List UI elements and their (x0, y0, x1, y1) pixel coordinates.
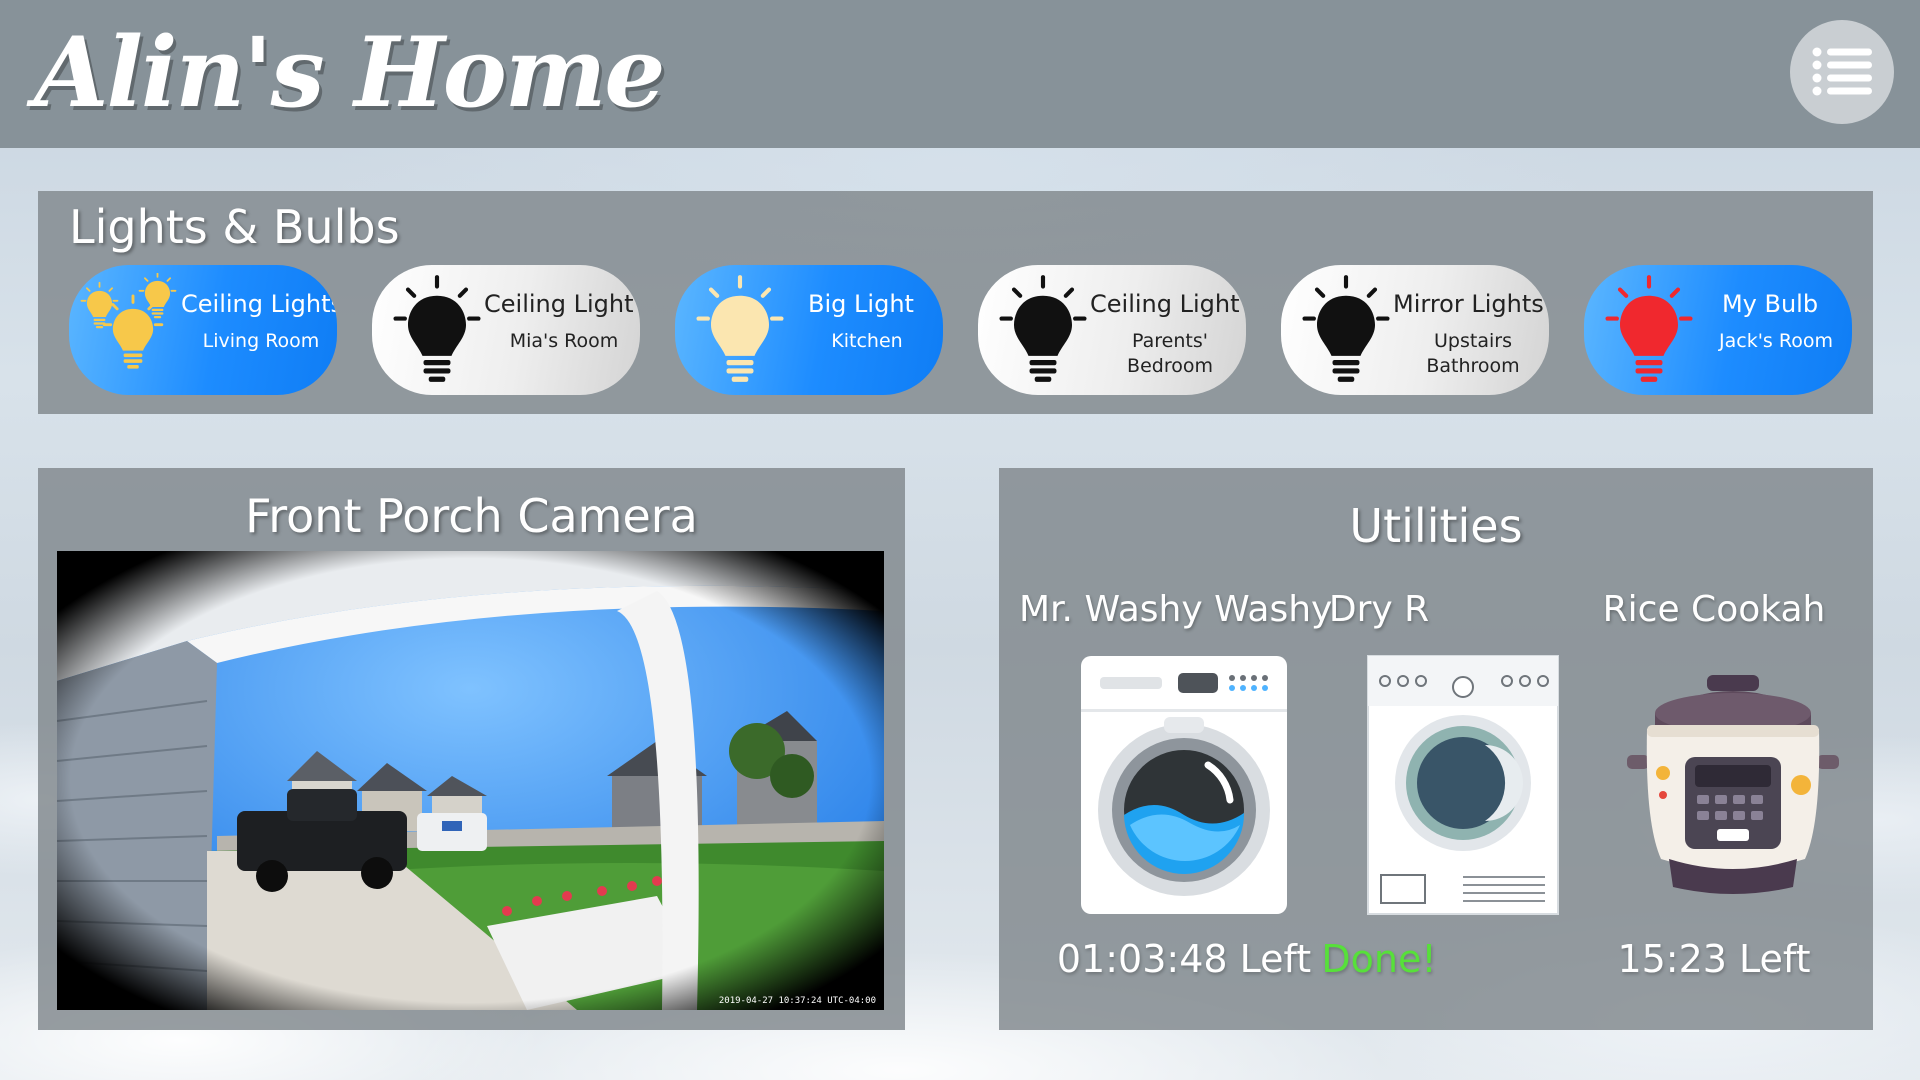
camera-panel-title: Front Porch Camera (245, 489, 698, 543)
light-card[interactable]: Ceiling Light Parents' Bedroom (978, 265, 1246, 395)
rice-cooker-status: 15:23 Left (1617, 937, 1811, 981)
light-name: Big Light (808, 290, 914, 318)
rice-cooker-icon[interactable] (1625, 673, 1841, 895)
light-location: Living Room (202, 330, 320, 352)
lights-panel-title: Lights & Bulbs (69, 200, 400, 254)
menu-list-icon (1812, 47, 1872, 96)
light-card[interactable]: Ceiling Lights Living Room (69, 265, 337, 395)
light-card[interactable]: My Bulb Jack's Room (1584, 265, 1852, 395)
washing-machine-icon[interactable] (1080, 655, 1288, 915)
lightbulb-icon (685, 273, 795, 387)
light-location: Mia's Room (509, 330, 619, 352)
lightbulb-icon (382, 273, 492, 387)
utilities-panel-title: Utilities (1349, 499, 1523, 553)
washer-name: Mr. Washy Washy (1019, 589, 1333, 630)
lightbulb-icon (1291, 273, 1401, 387)
light-location: Upstairs Bathroom (1426, 330, 1520, 377)
camera-feed[interactable]: 2019-04-27 10:37:24 UTC-04:00 (57, 551, 884, 1010)
light-name: Ceiling Light (1090, 290, 1240, 318)
camera-image (57, 551, 884, 1010)
rice-cooker-name: Rice Cookah (1602, 589, 1826, 630)
light-name: Ceiling Lights (181, 290, 337, 318)
camera-panel: Front Porch Camera 2019-04-27 10:37:24 U… (38, 468, 905, 1030)
dryer-name: Dry R (1328, 589, 1430, 630)
light-location: Kitchen (831, 330, 903, 352)
light-card[interactable]: Ceiling Light Mia's Room (372, 265, 640, 395)
light-location: Jack's Room (1719, 330, 1833, 352)
camera-timestamp: 2019-04-27 10:37:24 UTC-04:00 (718, 996, 876, 1006)
light-name: My Bulb (1721, 290, 1819, 318)
light-card[interactable]: Mirror Lights Upstairs Bathroom (1281, 265, 1549, 395)
lights-panel: Lights & Bulbs Ceiling Lights Living Room… (38, 191, 1873, 414)
lightbulb-icon (1594, 273, 1704, 387)
dryer-icon[interactable] (1367, 655, 1559, 915)
lightbulb-icon (988, 273, 1098, 387)
multi-bulb-icon (79, 271, 189, 387)
menu-button[interactable] (1790, 20, 1894, 124)
light-card[interactable]: Big Light Kitchen (675, 265, 943, 395)
washer-status: 01:03:48 Left (1056, 937, 1312, 981)
header-bar: Alin's Home (0, 0, 1920, 148)
home-title: Alin's Home (34, 16, 665, 129)
light-name: Ceiling Light (484, 290, 634, 318)
dryer-status: Done! (1321, 937, 1437, 981)
light-location: Parents' Bedroom (1127, 330, 1213, 377)
light-name: Mirror Lights (1393, 290, 1544, 318)
utilities-panel: Utilities Mr. Washy Washy Dry R Rice Coo… (999, 468, 1873, 1030)
